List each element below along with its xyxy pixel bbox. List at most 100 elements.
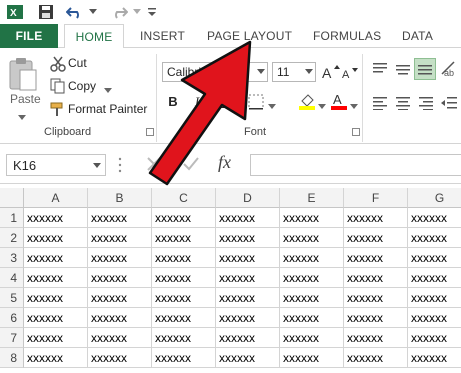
row-header[interactable]: 2 [0,228,24,248]
underline-button[interactable]: U [212,92,230,112]
row-header[interactable]: 8 [0,348,24,368]
cell[interactable]: xxxxxx [152,268,216,288]
font-name-dropdown[interactable]: Calibri [162,62,268,82]
cell[interactable]: xxxxxx [344,328,408,348]
tab-insert[interactable]: INSERT [140,24,185,48]
font-color-icon[interactable]: A [330,92,348,113]
cell[interactable]: xxxxxx [344,228,408,248]
cell[interactable]: xxxxxx [216,288,280,308]
worksheet-grid[interactable]: A B C D E F G 1 xxxxxx xxxxxx xxxxxx xxxxxx xxxxxx xx… [0,188,461,373]
cell[interactable]: xxxxxx [88,228,152,248]
cell[interactable]: xxxxxx [280,348,344,368]
cell[interactable]: xxxxxx [280,228,344,248]
borders-dropdown-icon[interactable] [268,99,276,113]
cell[interactable]: xxxxxx [88,328,152,348]
cell[interactable]: xxxxxx [24,328,88,348]
cell[interactable]: xxxxxx [408,348,461,368]
cell[interactable]: xxxxxx [216,208,280,228]
cell[interactable]: xxxxxx [344,348,408,368]
cell[interactable]: xxxxxx [408,248,461,268]
cell[interactable]: xxxxxx [408,228,461,248]
cell[interactable]: xxxxxx [88,208,152,228]
cell[interactable]: xxxxxx [152,208,216,228]
cell[interactable]: xxxxxx [344,268,408,288]
cell[interactable]: xxxxxx [88,308,152,328]
fill-color-icon[interactable] [298,92,316,113]
column-header[interactable]: D [216,188,280,208]
align-top-icon[interactable] [372,62,388,79]
clipboard-launcher-icon[interactable] [146,128,154,136]
undo-dropdown-icon[interactable] [88,2,98,22]
format-painter-button[interactable]: Format Painter [68,100,147,118]
column-header[interactable]: F [344,188,408,208]
cell[interactable]: xxxxxx [344,248,408,268]
italic-button[interactable]: I [188,92,206,112]
redo-icon[interactable] [108,2,130,22]
cell[interactable]: xxxxxx [152,248,216,268]
orientation-icon[interactable]: ab [440,60,460,81]
column-header[interactable]: A [24,188,88,208]
cell[interactable]: xxxxxx [408,328,461,348]
borders-icon[interactable] [248,94,264,113]
cell[interactable]: xxxxxx [88,288,152,308]
tab-file[interactable]: FILE [0,24,58,48]
cell[interactable]: xxxxxx [280,328,344,348]
cell[interactable]: xxxxxx [24,268,88,288]
paste-button[interactable] [6,56,44,118]
cell[interactable]: xxxxxx [24,208,88,228]
redo-dropdown-icon[interactable] [132,2,142,22]
cell[interactable]: xxxxxx [216,248,280,268]
cell[interactable]: xxxxxx [152,228,216,248]
column-header[interactable]: B [88,188,152,208]
align-right-icon[interactable] [418,96,434,113]
align-center-icon[interactable] [395,96,411,113]
name-box[interactable]: K16 [6,154,106,176]
cell[interactable]: xxxxxx [152,348,216,368]
cell[interactable]: xxxxxx [280,308,344,328]
copy-dropdown-icon[interactable] [104,83,112,97]
row-header[interactable]: 3 [0,248,24,268]
cell[interactable]: xxxxxx [152,288,216,308]
select-all-corner[interactable] [0,188,24,208]
tab-home[interactable]: HOME [64,24,124,49]
column-header[interactable]: C [152,188,216,208]
increase-font-size-icon[interactable]: A [322,64,340,83]
bold-button[interactable]: B [164,92,182,112]
cell[interactable]: xxxxxx [88,348,152,368]
row-header[interactable]: 5 [0,288,24,308]
cell[interactable]: xxxxxx [280,208,344,228]
cell[interactable]: xxxxxx [24,228,88,248]
fill-color-dropdown-icon[interactable] [318,99,326,113]
underline-dropdown-icon[interactable] [230,99,238,113]
column-header[interactable]: G [408,188,461,208]
row-header[interactable]: 4 [0,268,24,288]
decrease-font-size-icon[interactable]: A [342,66,360,83]
cell[interactable]: xxxxxx [24,308,88,328]
cell[interactable]: xxxxxx [344,308,408,328]
tab-formulas[interactable]: FORMULAS [313,24,381,48]
cell[interactable]: xxxxxx [216,268,280,288]
undo-icon[interactable] [64,2,86,22]
cell[interactable]: xxxxxx [88,248,152,268]
cell[interactable]: xxxxxx [408,268,461,288]
cell[interactable]: xxxxxx [152,308,216,328]
paste-dropdown-icon[interactable] [18,110,26,124]
cut-button[interactable]: Cut [68,54,87,72]
row-header[interactable]: 6 [0,308,24,328]
cell[interactable]: xxxxxx [280,288,344,308]
align-bottom-button[interactable] [414,58,436,80]
row-header[interactable]: 7 [0,328,24,348]
tab-data[interactable]: DATA [402,24,433,48]
cell[interactable]: xxxxxx [408,288,461,308]
align-left-icon[interactable] [372,96,388,113]
cell[interactable]: xxxxxx [216,308,280,328]
font-size-dropdown[interactable]: 11 [272,62,316,82]
align-middle-icon[interactable] [395,62,411,79]
cell[interactable]: xxxxxx [344,288,408,308]
cell[interactable]: xxxxxx [88,268,152,288]
tab-page-layout[interactable]: PAGE LAYOUT [207,24,292,48]
cell[interactable]: xxxxxx [408,208,461,228]
cell[interactable]: xxxxxx [216,328,280,348]
cell[interactable]: xxxxxx [24,248,88,268]
cell[interactable]: xxxxxx [408,308,461,328]
